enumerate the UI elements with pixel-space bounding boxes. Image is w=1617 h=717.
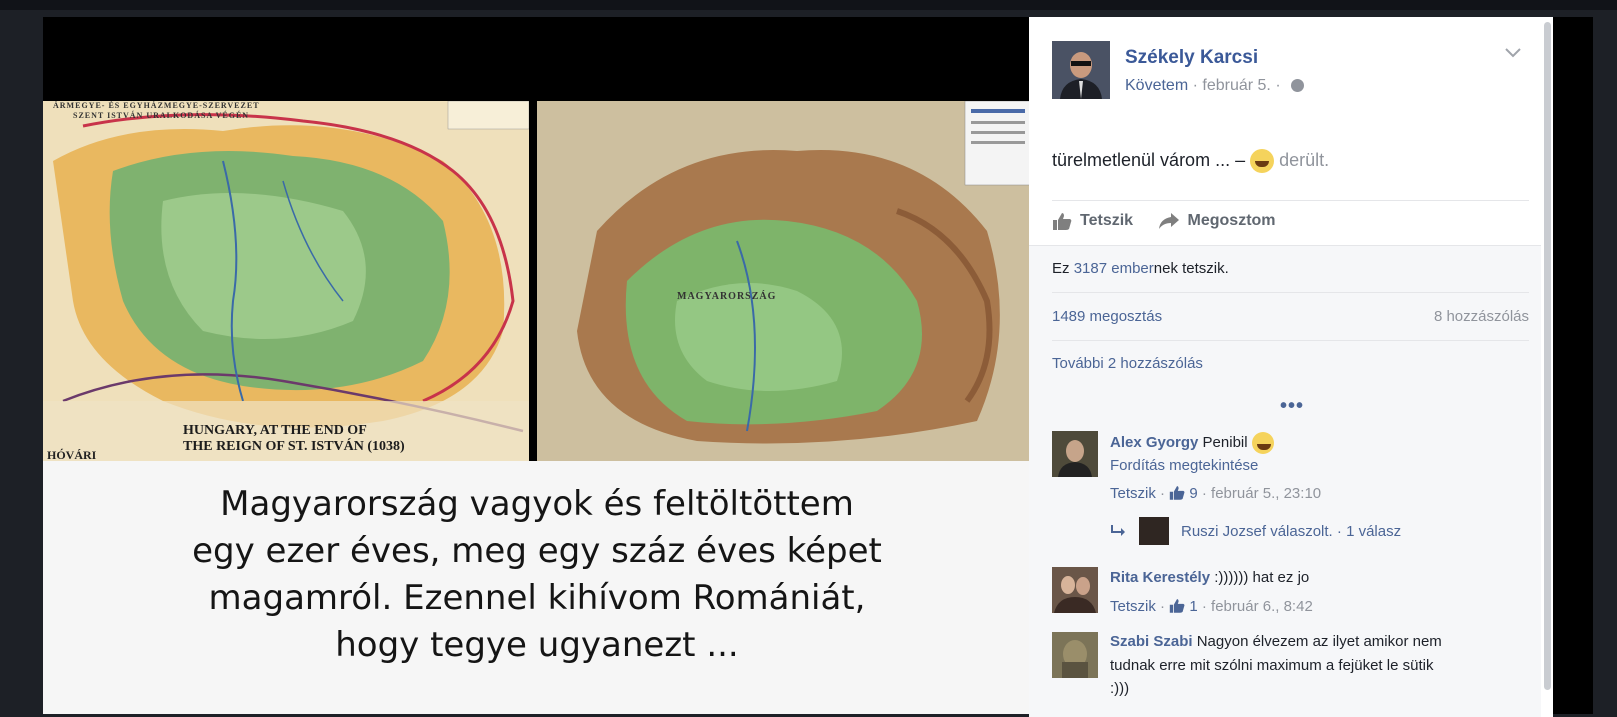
map-header-1: ÁRMEGYE- ÉS EGYHÁZMEGYE-SZERVEZET (53, 101, 260, 110)
chevron-down-icon[interactable] (1505, 45, 1521, 63)
comment-avatar[interactable] (1052, 632, 1098, 678)
likes-count-link[interactable]: 3187 ember (1074, 260, 1154, 277)
scrollbar-thumb[interactable] (1544, 22, 1551, 690)
comment-1: Alex Gyorgy Penibil (1110, 432, 1274, 454)
reply-summary[interactable]: Ruszi Jozsef válaszolt. · 1 válasz (1111, 517, 1401, 545)
meme-line-2: egy ezer éves, meg egy száz éves képet (192, 531, 882, 571)
like-label: Tetszik (1080, 212, 1134, 229)
meme-line-3: magamról. Ezennel kihívom Romániát, (208, 578, 866, 618)
share-button[interactable]: Megosztom (1158, 212, 1276, 230)
likes-suffix: nek tetszik. (1153, 260, 1229, 277)
comment-author[interactable]: Alex Gyorgy (1110, 434, 1198, 451)
globe-icon (1291, 79, 1305, 93)
map-caption-line-1: HUNGARY, AT THE END OF (183, 423, 367, 438)
author-name[interactable]: Székely Karcsi (1125, 47, 1258, 69)
comment-text: :)))))) hat ez jo (1214, 569, 1310, 586)
laughing-emoji-icon (1250, 149, 1275, 173)
comment-text: Penibil (1202, 433, 1248, 451)
map-corner-label: HÓVÁRI (47, 448, 97, 461)
meme-line-1: Magyarország vagyok és feltöltöttem (220, 484, 854, 524)
map-header-2: SZENT ISTVÁN URALKODÁSA VÉGÉN (73, 111, 250, 120)
comment-like-count[interactable]: 1 (1189, 598, 1197, 615)
map-country-label: MAGYARORSZÁG (677, 291, 777, 302)
likes-prefix: Ez (1052, 260, 1070, 277)
comment-text-line-2: tudnak erre mit szólni maximum a fejüket… (1110, 657, 1434, 674)
top-bar (0, 0, 1617, 10)
reply-arrow-icon (1111, 525, 1125, 536)
physical-map-image: MAGYARORSZÁG (537, 101, 1031, 461)
media-panel: ÁRMEGYE- ÉS EGYHÁZMEGYE-SZERVEZET SZENT … (43, 17, 1061, 714)
comment-avatar[interactable] (1052, 431, 1098, 477)
translate-link[interactable]: Fordítás megtekintése (1110, 457, 1258, 474)
likes-summary: Ez 3187 embernek tetszik. (1052, 260, 1229, 277)
post-date[interactable]: február 5. (1202, 77, 1270, 94)
meta-dot-1: · (1192, 77, 1198, 94)
meme-text: Magyarország vagyok és feltöltöttem egy … (43, 481, 1031, 669)
comment-avatar[interactable] (1052, 567, 1098, 613)
follow-link[interactable]: Követem (1125, 77, 1188, 94)
divider (1052, 292, 1529, 293)
comments-count[interactable]: 8 hozzászólás (1434, 308, 1529, 325)
like-button[interactable]: Tetszik (1052, 212, 1133, 230)
divider (1052, 200, 1529, 201)
shares-link[interactable]: 1489 megosztás (1052, 308, 1162, 325)
author-avatar[interactable] (1052, 41, 1110, 99)
thumbs-up-icon (1169, 599, 1185, 613)
thumbs-up-icon (1169, 486, 1185, 500)
comment-author[interactable]: Rita Kerestély (1110, 569, 1210, 586)
meme-line-4: hogy tegye ugyanezt ... (335, 625, 739, 665)
status-text: türelmetlenül várom ... – derült. (1052, 149, 1329, 173)
status-message: türelmetlenül várom ... – (1052, 149, 1246, 170)
share-label: Megosztom (1187, 212, 1276, 229)
post-sidebar: Székely Karcsi Követem · február 5. · tü… (1029, 17, 1541, 717)
comment-time[interactable]: február 5., 23:10 (1211, 485, 1321, 502)
more-dots-icon[interactable]: ••• (1280, 395, 1304, 418)
comment-like-link[interactable]: Tetszik (1110, 598, 1156, 615)
comment-3: Szabi Szabi Nagyon élvezem az ilyet amik… (1110, 633, 1442, 650)
likes-count: 3187 (1073, 260, 1108, 277)
comment-author[interactable]: Szabi Szabi (1110, 633, 1193, 650)
comment-like-link[interactable]: Tetszik (1110, 485, 1156, 502)
comment-text-line-3: :))) (1110, 680, 1130, 697)
meta-dot-2: · (1275, 77, 1281, 94)
historical-map-image: ÁRMEGYE- ÉS EGYHÁZMEGYE-SZERVEZET SZENT … (43, 101, 529, 461)
comment-text-line-1: Nagyon élvezem az ilyet amikor nem (1196, 633, 1442, 650)
share-arrow-icon (1158, 213, 1179, 229)
map-caption-line-2: THE REIGN OF ST. ISTVÁN (1038) (183, 439, 405, 454)
comment-time[interactable]: február 6., 8:42 (1211, 598, 1313, 615)
comment-like-count[interactable]: 9 (1189, 485, 1197, 502)
feeling-label: derült. (1279, 149, 1330, 170)
more-comments-link[interactable]: További 2 hozzászólás (1052, 355, 1203, 372)
post-meta: Követem · február 5. · (1125, 77, 1305, 95)
divider (1052, 340, 1529, 341)
grin-emoji-icon (1251, 432, 1274, 454)
likes-people: ember (1111, 260, 1154, 277)
comment-2-meta: Tetszik · 1 · február 6., 8:42 (1110, 598, 1313, 615)
reply-count: 1 válasz (1346, 522, 1402, 540)
reply-text: Ruszi Jozsef válaszolt. (1181, 522, 1333, 540)
meme-text-block: Magyarország vagyok és feltöltöttem egy … (43, 461, 1031, 714)
comment-2: Rita Kerestély :)))))) hat ez jo (1110, 569, 1309, 586)
action-bar: Tetszik Megosztom (1052, 212, 1296, 240)
thumbs-up-icon (1053, 213, 1072, 230)
map-caption: HUNGARY, AT THE END OF THE REIGN OF ST. … (183, 423, 405, 455)
reply-avatar (1139, 517, 1169, 545)
comment-1-meta: Tetszik · 9 · február 5., 23:10 (1110, 485, 1322, 502)
